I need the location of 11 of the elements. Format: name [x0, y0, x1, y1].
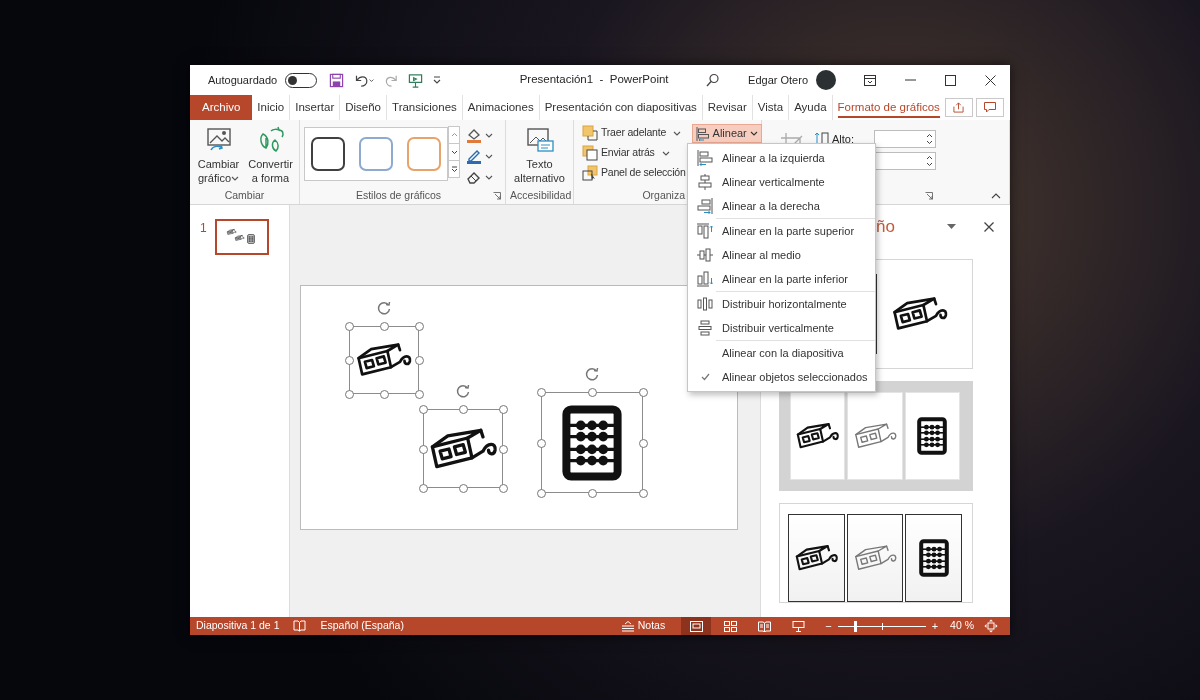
- group-label: Accesibilidad: [510, 187, 572, 203]
- group-label: Organiza: [641, 187, 686, 203]
- window-title: Presentación1 - PowerPoint: [518, 72, 670, 88]
- group-label: Estilos de gráficos: [354, 187, 443, 203]
- group-label: Cambiar: [223, 187, 266, 203]
- autosave-label: Autoguardado: [208, 72, 278, 88]
- pane-title: ño: [876, 216, 896, 239]
- slide-counter: Diapositiva 1 de 1: [195, 618, 281, 634]
- height-label: Alto:: [832, 131, 855, 147]
- slide-number: 1: [200, 220, 207, 237]
- user-name: Edgar Otero: [748, 72, 808, 88]
